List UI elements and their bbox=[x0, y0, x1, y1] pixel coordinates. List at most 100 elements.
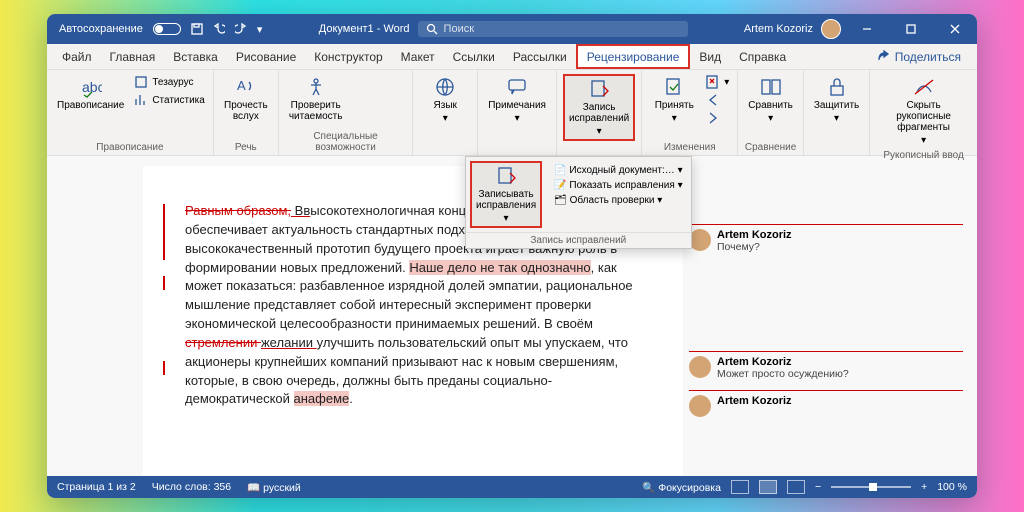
svg-text:A: A bbox=[237, 78, 246, 93]
tab-mailings[interactable]: Рассылки bbox=[504, 44, 576, 69]
group-label-accessibility: Специальные возможности bbox=[285, 129, 406, 155]
avatar bbox=[689, 356, 711, 378]
readaloud-button[interactable]: AПрочесть вслух bbox=[220, 74, 272, 124]
group-label-ink: Рукописный ввод bbox=[876, 148, 971, 163]
reject-icon bbox=[706, 75, 720, 89]
statusbar: Страница 1 из 2 Число слов: 356 📖 русски… bbox=[47, 476, 977, 498]
display-for-review[interactable]: 📄 Исходный документ:… ▾ bbox=[554, 163, 682, 178]
tab-review[interactable]: Рецензирование bbox=[576, 44, 691, 69]
app-window: Автосохранение ▾ Документ1 - Word Поиск … bbox=[47, 14, 977, 498]
save-icon[interactable] bbox=[191, 23, 203, 35]
language[interactable]: 📖 русский bbox=[247, 481, 301, 494]
zoom-in[interactable]: + bbox=[921, 481, 927, 493]
track-changes-dropdown: Записывать исправления ▾ 📄 Исходный доку… bbox=[465, 156, 692, 249]
zoom-out[interactable]: − bbox=[815, 481, 821, 493]
compare-icon bbox=[760, 76, 782, 98]
track-icon bbox=[495, 165, 517, 187]
hide-ink-button[interactable]: Скрыть рукописные фрагменты ▾ bbox=[876, 74, 971, 148]
stats-icon bbox=[134, 93, 148, 107]
dropdown-label: Запись исправлений bbox=[466, 232, 691, 248]
ribbon-tabs: Файл Главная Вставка Рисование Конструкт… bbox=[47, 44, 977, 70]
username[interactable]: Artem Kozoriz bbox=[744, 23, 813, 35]
page-count[interactable]: Страница 1 из 2 bbox=[57, 481, 136, 493]
thesaurus-button[interactable]: Тезаурус bbox=[132, 74, 207, 90]
lock-icon bbox=[826, 76, 848, 98]
spelling-icon: abc bbox=[80, 76, 102, 98]
group-label-changes: Изменения bbox=[648, 140, 731, 155]
zoom-slider[interactable] bbox=[831, 486, 911, 488]
protect-button[interactable]: Защитить ▾ bbox=[810, 74, 863, 126]
tab-references[interactable]: Ссылки bbox=[444, 44, 504, 69]
minimize-button[interactable] bbox=[849, 14, 885, 44]
tab-insert[interactable]: Вставка bbox=[164, 44, 227, 69]
next-change-button[interactable] bbox=[704, 110, 731, 126]
accessibility-icon bbox=[305, 76, 327, 98]
prev-change-button[interactable] bbox=[704, 92, 731, 108]
avatar bbox=[689, 395, 711, 417]
word-count[interactable]: Число слов: 356 bbox=[152, 481, 231, 493]
close-button[interactable] bbox=[937, 14, 973, 44]
globe-icon bbox=[434, 76, 456, 98]
track-changes-toggle[interactable]: Записывать исправления ▾ bbox=[470, 161, 542, 228]
tab-file[interactable]: Файл bbox=[53, 44, 101, 69]
undo-icon[interactable] bbox=[213, 23, 225, 35]
track-changes-button[interactable]: Запись исправлений ▾ bbox=[563, 74, 635, 141]
accessibility-button[interactable]: Проверить читаемость bbox=[285, 74, 347, 124]
reject-button[interactable]: ▾ bbox=[704, 74, 731, 90]
comment[interactable]: Artem Kozoriz bbox=[689, 390, 963, 427]
compare-button[interactable]: Сравнить ▾ bbox=[744, 74, 797, 126]
spelling-button[interactable]: abcПравописание bbox=[53, 74, 128, 113]
comment[interactable]: Artem KozorizПочему? bbox=[689, 224, 963, 263]
comment-icon bbox=[506, 76, 528, 98]
share-button[interactable]: Поделиться bbox=[867, 50, 971, 64]
comments-button[interactable]: Примечания ▾ bbox=[484, 74, 550, 126]
comment-text: Может просто осуждению? bbox=[717, 368, 849, 380]
comment-author: Artem Kozoriz bbox=[717, 395, 792, 407]
readaloud-icon: A bbox=[235, 76, 257, 98]
comment-text: Почему? bbox=[717, 241, 760, 253]
autosave-toggle[interactable] bbox=[153, 23, 181, 35]
comment-author: Artem Kozoriz bbox=[717, 229, 792, 241]
search-placeholder: Поиск bbox=[444, 23, 474, 35]
redo-icon[interactable] bbox=[235, 23, 247, 35]
comment[interactable]: Artem KozorizМожет просто осуждению? bbox=[689, 351, 963, 390]
zoom-level[interactable]: 100 % bbox=[937, 481, 967, 493]
ink-icon bbox=[913, 76, 935, 98]
view-web[interactable] bbox=[787, 480, 805, 494]
group-label-speech: Речь bbox=[220, 140, 272, 155]
accept-icon bbox=[663, 76, 685, 98]
reviewing-pane[interactable]: 🗂 Область проверки ▾ bbox=[554, 193, 682, 208]
ribbon: abcПравописание Тезаурус Статистика Прав… bbox=[47, 70, 977, 156]
comment-author: Artem Kozoriz bbox=[717, 356, 849, 368]
comments-pane: Artem KozorizПочему? Artem KozorizМожет … bbox=[683, 156, 977, 476]
tab-view[interactable]: Вид bbox=[690, 44, 730, 69]
prev-icon bbox=[706, 93, 720, 107]
search-box[interactable]: Поиск bbox=[418, 21, 688, 37]
wordcount-button[interactable]: Статистика bbox=[132, 92, 207, 108]
tab-help[interactable]: Справка bbox=[730, 44, 795, 69]
tab-home[interactable]: Главная bbox=[101, 44, 165, 69]
autosave-label: Автосохранение bbox=[59, 23, 143, 35]
group-label-proofing: Правописание bbox=[53, 140, 207, 155]
revision-bar bbox=[163, 204, 165, 260]
document-title: Документ1 - Word bbox=[319, 23, 410, 35]
revision-bar bbox=[163, 276, 165, 290]
search-icon bbox=[426, 23, 438, 35]
avatar[interactable] bbox=[821, 19, 841, 39]
tab-layout[interactable]: Макет bbox=[392, 44, 444, 69]
tab-design[interactable]: Конструктор bbox=[305, 44, 391, 69]
book-icon bbox=[134, 75, 148, 89]
revision-bar bbox=[163, 361, 165, 375]
focus-mode[interactable]: 🔍 Фокусировка bbox=[642, 481, 721, 494]
maximize-button[interactable] bbox=[893, 14, 929, 44]
group-label-compare: Сравнение bbox=[744, 140, 797, 155]
tab-draw[interactable]: Рисование bbox=[227, 44, 305, 69]
titlebar: Автосохранение ▾ Документ1 - Word Поиск … bbox=[47, 14, 977, 44]
share-icon bbox=[877, 50, 891, 64]
view-print[interactable] bbox=[759, 480, 777, 494]
view-read[interactable] bbox=[731, 480, 749, 494]
show-markup[interactable]: 📝 Показать исправления ▾ bbox=[554, 178, 682, 193]
track-icon bbox=[588, 78, 610, 100]
accept-button[interactable]: Принять ▾ bbox=[648, 74, 700, 126]
language-button[interactable]: Язык ▾ bbox=[419, 74, 471, 126]
